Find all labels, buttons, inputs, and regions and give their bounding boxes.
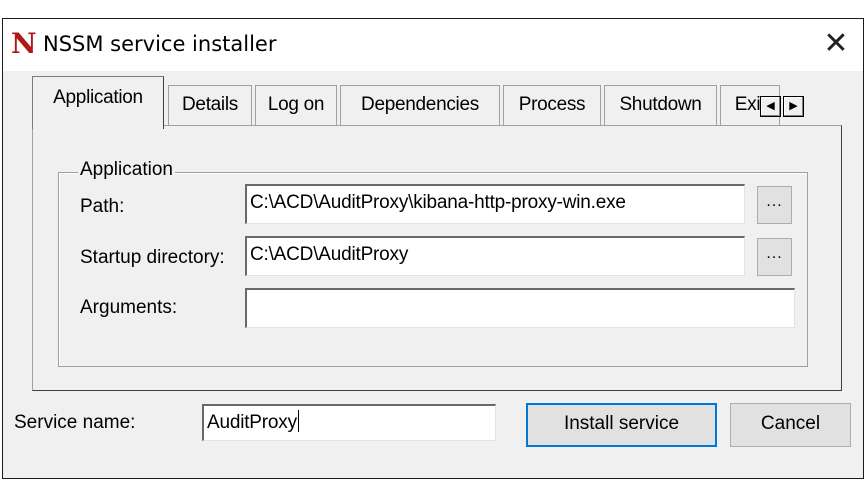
window-title: NSSM service installer	[43, 32, 277, 56]
tab-shutdown[interactable]: Shutdown	[604, 85, 717, 126]
startup-directory-input[interactable]: C:\ACD\AuditProxy	[245, 236, 745, 276]
path-input[interactable]: C:\ACD\AuditProxy\kibana-http-proxy-win.…	[245, 184, 745, 224]
nssm-app-icon: N	[11, 27, 37, 60]
startup-directory-browse-button[interactable]: ...	[757, 238, 792, 276]
tab-scroll-right-icon[interactable]: ▶	[783, 96, 804, 117]
cancel-button[interactable]: Cancel	[730, 403, 851, 447]
path-label: Path:	[80, 196, 125, 217]
title-bar: N NSSM service installer ✕	[3, 19, 863, 71]
tab-scroll-left-icon[interactable]: ◀	[760, 96, 781, 117]
close-icon[interactable]: ✕	[809, 19, 863, 71]
arguments-input[interactable]	[245, 288, 795, 328]
application-group-legend: Application	[78, 157, 175, 183]
service-name-label: Service name:	[14, 412, 136, 433]
path-browse-button[interactable]: ...	[757, 186, 792, 224]
startup-directory-label: Startup directory:	[80, 247, 225, 268]
tab-application[interactable]: Application	[32, 76, 164, 129]
service-name-input[interactable]: AuditProxy	[202, 404, 496, 441]
text-caret	[297, 410, 299, 432]
arguments-label: Arguments:	[80, 297, 178, 318]
tab-process[interactable]: Process	[503, 85, 601, 126]
install-service-button[interactable]: Install service	[526, 403, 717, 447]
tab-log-on[interactable]: Log on	[255, 85, 337, 126]
tab-details[interactable]: Details	[168, 85, 252, 126]
tab-dependencies[interactable]: Dependencies	[340, 85, 500, 126]
service-name-value: AuditProxy	[207, 412, 297, 433]
